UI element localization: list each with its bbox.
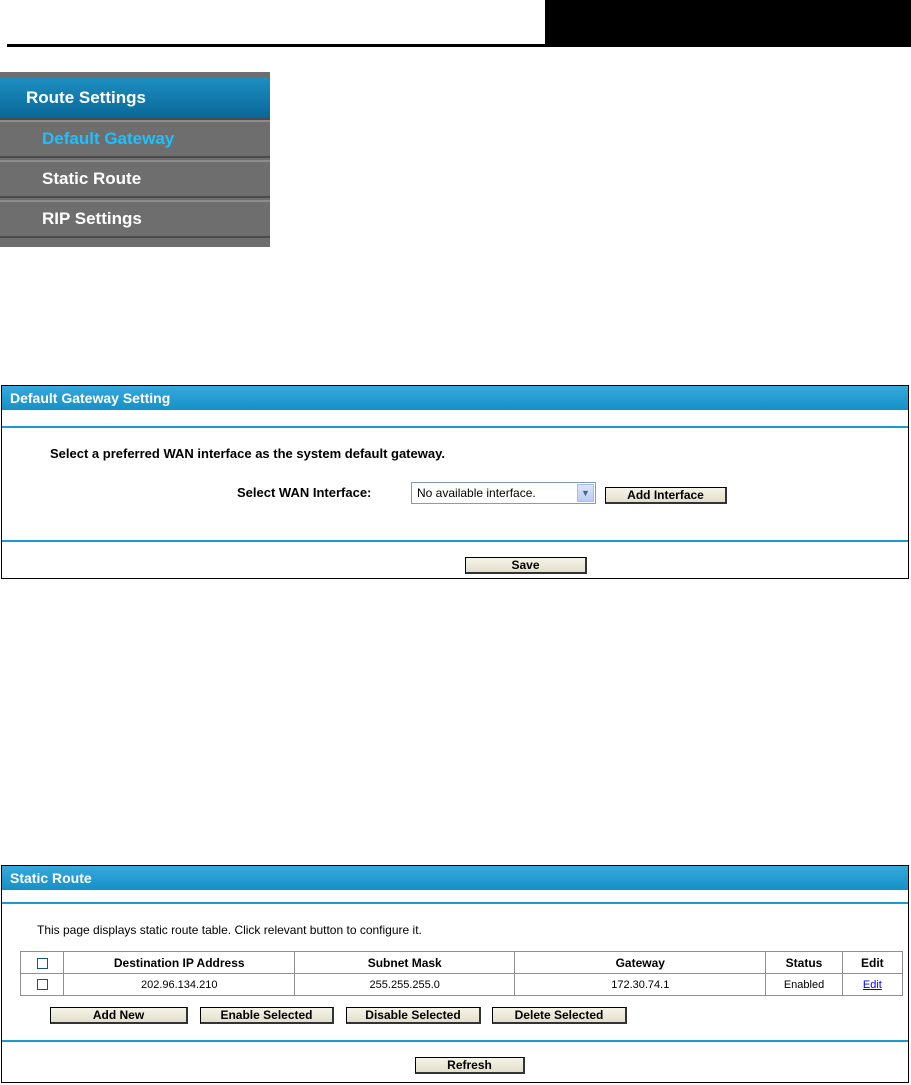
cell-gateway: 172.30.74.1 xyxy=(514,973,767,996)
table-header-row: Destination IP Address Subnet Mask Gatew… xyxy=(19,951,904,974)
wan-interface-select[interactable]: No available interface. ▼ xyxy=(411,482,596,504)
cell-subnet-mask: 255.255.255.0 xyxy=(294,973,516,996)
column-header-destination: Destination IP Address xyxy=(63,951,296,974)
select-all-checkbox[interactable] xyxy=(36,957,48,969)
menu-header-route-settings[interactable]: Route Settings xyxy=(0,78,270,120)
column-header-edit: Edit xyxy=(841,951,904,974)
edit-link[interactable]: Edit xyxy=(863,979,882,991)
divider xyxy=(2,902,908,904)
static-route-panel: Static Route This page displays static r… xyxy=(1,865,909,1083)
table-row: 202.96.134.210 255.255.255.0 172.30.74.1… xyxy=(19,973,904,996)
add-interface-button[interactable]: Add Interface xyxy=(605,487,727,504)
chevron-down-icon[interactable]: ▼ xyxy=(577,484,594,502)
column-header-gateway: Gateway xyxy=(514,951,767,974)
divider xyxy=(2,540,908,542)
static-route-description: This page displays static route table. C… xyxy=(37,923,422,937)
route-settings-menu: Route Settings Default Gateway Static Ro… xyxy=(0,72,270,247)
cell-status: Enabled xyxy=(765,973,843,996)
wan-interface-value: No available interface. xyxy=(417,486,536,500)
enable-selected-button[interactable]: Enable Selected xyxy=(200,1007,334,1024)
select-wan-label: Select WAN Interface: xyxy=(237,485,372,500)
menu-item-rip-settings[interactable]: RIP Settings xyxy=(0,200,270,238)
panel-title: Static Route xyxy=(2,866,908,890)
disable-selected-button[interactable]: Disable Selected xyxy=(346,1007,481,1024)
save-button[interactable]: Save xyxy=(465,557,587,574)
menu-item-default-gateway[interactable]: Default Gateway xyxy=(0,120,270,158)
refresh-button[interactable]: Refresh xyxy=(415,1057,525,1074)
document-header-rule xyxy=(7,44,545,47)
column-header-status: Status xyxy=(765,951,843,974)
row-checkbox[interactable] xyxy=(36,979,48,991)
document-header-block xyxy=(545,0,911,47)
menu-item-static-route[interactable]: Static Route xyxy=(0,160,270,198)
panel-title: Default Gateway Setting xyxy=(2,386,908,410)
delete-selected-button[interactable]: Delete Selected xyxy=(492,1007,627,1024)
default-gateway-panel: Default Gateway Setting Select a preferr… xyxy=(1,385,909,579)
static-route-table: Destination IP Address Subnet Mask Gatew… xyxy=(19,951,904,996)
divider xyxy=(2,426,908,428)
column-header-subnet-mask: Subnet Mask xyxy=(294,951,516,974)
gateway-description: Select a preferred WAN interface as the … xyxy=(50,446,445,461)
add-new-button[interactable]: Add New xyxy=(50,1007,188,1024)
cell-destination: 202.96.134.210 xyxy=(63,973,296,996)
divider xyxy=(2,1040,908,1042)
